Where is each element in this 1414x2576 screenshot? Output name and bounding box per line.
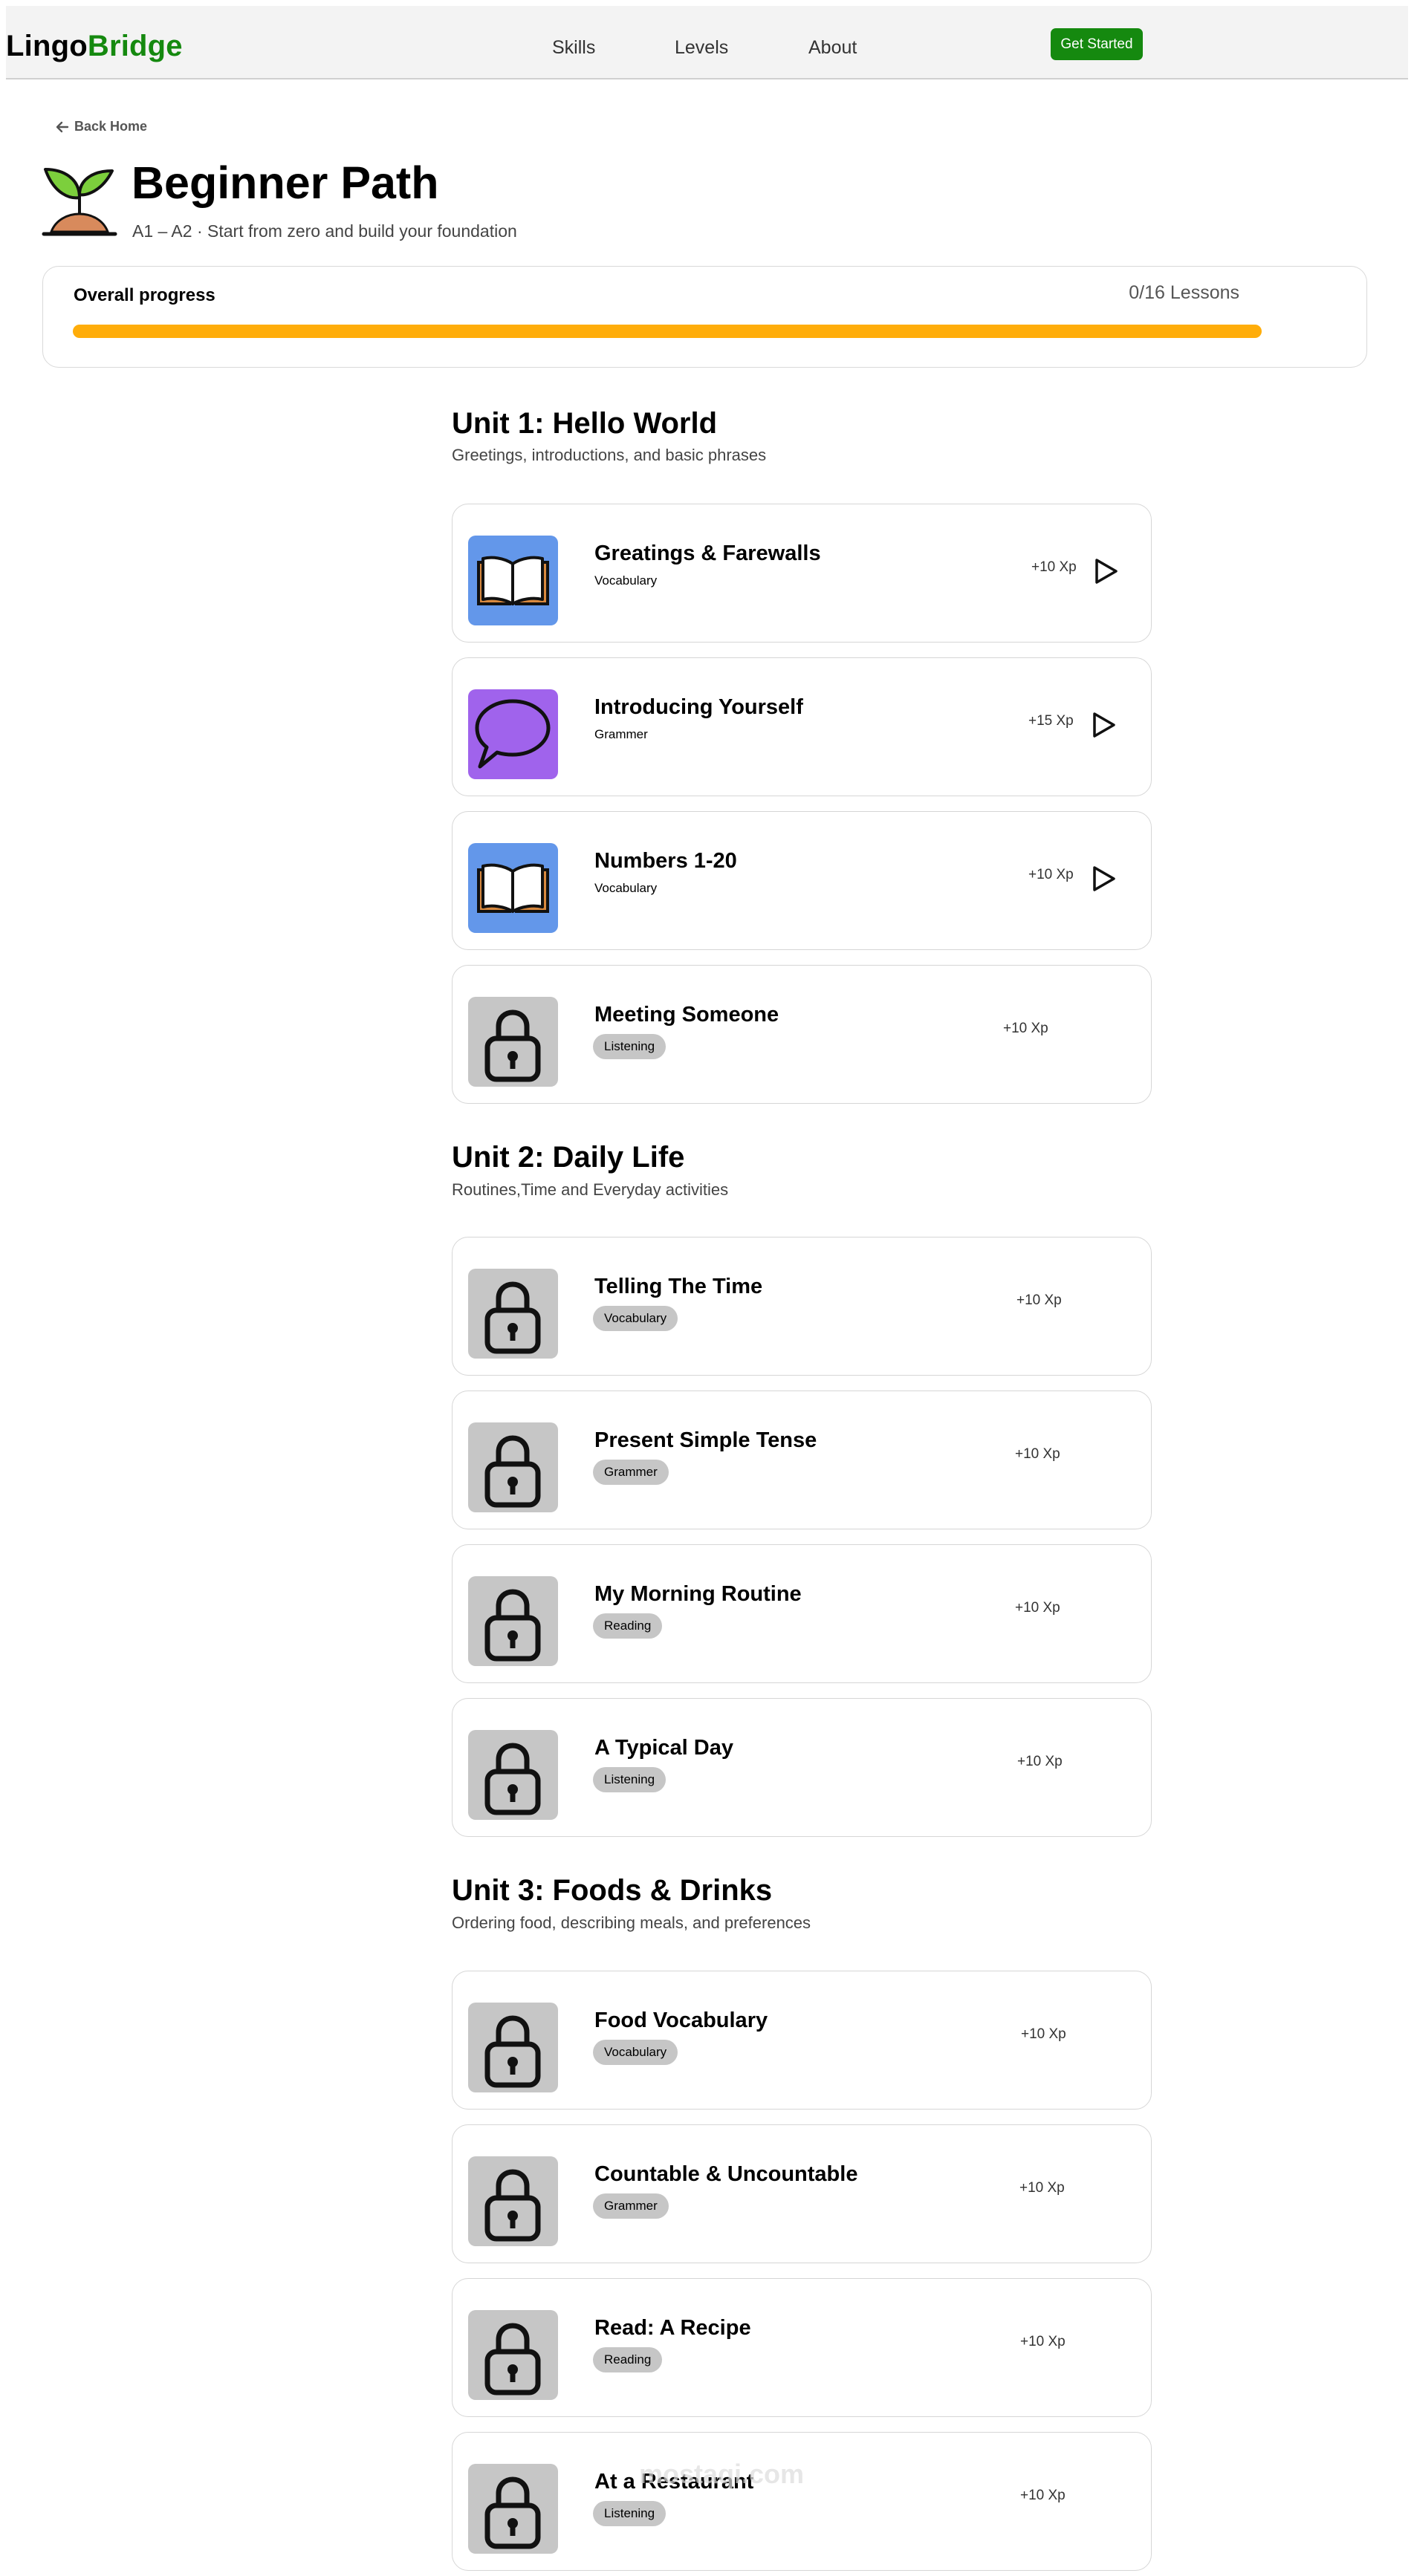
unit-1-description: Greetings, introductions, and basic phra… bbox=[452, 446, 767, 464]
lesson-xp: +10 Xp bbox=[1020, 2334, 1066, 2349]
lesson-card-locked: Countable & Uncountable Grammer +10 Xp bbox=[452, 2124, 1152, 2263]
lesson-icon-tile bbox=[468, 536, 558, 625]
speech-bubble-icon bbox=[475, 699, 551, 769]
lesson-icon-tile bbox=[468, 2310, 558, 2400]
logo[interactable]: LingoBridge bbox=[6, 30, 183, 63]
unit-2-description: Routines,Time and Everyday activities bbox=[452, 1180, 729, 1199]
lesson-card-locked: Present Simple Tense Grammer +10 Xp bbox=[452, 1391, 1152, 1529]
lesson-type-badge: Vocabulary bbox=[593, 2040, 678, 2065]
lesson-title: Greatings & Farewalls bbox=[594, 541, 821, 565]
lesson-card-locked: Read: A Recipe Reading +10 Xp bbox=[452, 2278, 1152, 2417]
page-subtitle: A1 – A2 · Start from zero and build your… bbox=[132, 221, 517, 241]
lesson-title: Introducing Yourself bbox=[594, 695, 803, 719]
lesson-xp: +10 Xp bbox=[1016, 1292, 1062, 1308]
play-icon[interactable] bbox=[1092, 865, 1117, 893]
lesson-icon-tile bbox=[468, 689, 558, 779]
lesson-xp: +10 Xp bbox=[1031, 559, 1077, 575]
lesson-title: Food Vocabulary bbox=[594, 2009, 768, 2032]
unit-3-title: Unit 3: Foods & Drinks bbox=[452, 1874, 773, 1907]
lesson-type-badge: Listening bbox=[593, 2501, 667, 2526]
lesson-title: Present Simple Tense bbox=[594, 1428, 817, 1452]
top-navbar: LingoBridge Skills Levels About Get Star… bbox=[6, 6, 1408, 79]
lesson-xp: +10 Xp bbox=[1028, 867, 1074, 882]
lesson-type-badge: Grammer bbox=[593, 2193, 669, 2219]
arrow-left-icon bbox=[56, 121, 69, 132]
unit-1-title: Unit 1: Hello World bbox=[452, 407, 718, 440]
book-icon bbox=[477, 556, 549, 605]
lesson-icon-tile bbox=[468, 1576, 558, 1666]
lesson-xp: +10 Xp bbox=[1019, 2180, 1065, 2196]
lesson-card[interactable]: Introducing Yourself Grammer +15 Xp bbox=[452, 657, 1152, 796]
progress-count: 0/16 Lessons bbox=[1129, 282, 1239, 303]
lesson-icon-tile bbox=[468, 1730, 558, 1820]
lesson-type-badge: Vocabulary bbox=[593, 1306, 678, 1331]
lock-icon bbox=[484, 1009, 541, 1082]
lesson-icon-tile bbox=[468, 1422, 558, 1512]
progress-bar bbox=[73, 325, 1262, 338]
lesson-xp: +10 Xp bbox=[1015, 1600, 1060, 1616]
get-started-button[interactable]: Get Started bbox=[1051, 28, 1143, 60]
lesson-title: My Morning Routine bbox=[594, 1582, 802, 1606]
lesson-title: A Typical Day bbox=[594, 1736, 733, 1760]
lesson-card-locked: My Morning Routine Reading +10 Xp bbox=[452, 1544, 1152, 1683]
lesson-title: Numbers 1-20 bbox=[594, 849, 737, 873]
lock-icon bbox=[484, 1281, 541, 1354]
lesson-icon-tile bbox=[468, 2156, 558, 2246]
progress-card: Overall progress 0/16 Lessons bbox=[42, 266, 1367, 368]
lesson-type: Vocabulary bbox=[594, 573, 658, 588]
lesson-icon-tile bbox=[468, 997, 558, 1087]
lesson-type-badge: Grammer bbox=[593, 1460, 669, 1485]
lesson-xp: +15 Xp bbox=[1028, 713, 1074, 729]
lesson-type-badge: Reading bbox=[593, 2347, 663, 2372]
lesson-xp: +10 Xp bbox=[1015, 1446, 1060, 1462]
play-icon[interactable] bbox=[1092, 711, 1117, 739]
lock-icon bbox=[484, 1589, 541, 1662]
lesson-type-badge: Reading bbox=[593, 1613, 663, 1639]
page-title: Beginner Path bbox=[132, 157, 439, 208]
lesson-xp: +10 Xp bbox=[1021, 2026, 1066, 2042]
lesson-card-locked: Telling The Time Vocabulary +10 Xp bbox=[452, 1237, 1152, 1376]
lock-icon bbox=[484, 2323, 541, 2396]
lesson-card[interactable]: Numbers 1-20 Vocabulary +10 Xp bbox=[452, 811, 1152, 950]
lesson-type-badge: Listening bbox=[593, 1767, 667, 1792]
book-icon bbox=[477, 863, 549, 913]
back-home-link[interactable]: Back Home bbox=[55, 119, 147, 134]
lesson-xp: +10 Xp bbox=[1003, 1021, 1048, 1036]
lesson-title: Meeting Someone bbox=[594, 1003, 779, 1027]
lock-icon bbox=[484, 2476, 541, 2549]
lock-icon bbox=[484, 1435, 541, 1508]
lesson-card-locked: Food Vocabulary Vocabulary +10 Xp bbox=[452, 1971, 1152, 2110]
lock-icon bbox=[484, 2015, 541, 2088]
lesson-card[interactable]: Greatings & Farewalls Vocabulary +10 Xp bbox=[452, 504, 1152, 643]
lesson-card-locked: Meeting Someone Listening +10 Xp bbox=[452, 965, 1152, 1104]
lesson-title: Countable & Uncountable bbox=[594, 2162, 858, 2186]
logo-part-lingo: Lingo bbox=[6, 30, 88, 62]
seedling-icon bbox=[42, 168, 117, 236]
lesson-type-badge: Listening bbox=[593, 1034, 667, 1059]
unit-3-description: Ordering food, describing meals, and pre… bbox=[452, 1913, 811, 1932]
nav-link-levels[interactable]: Levels bbox=[675, 37, 728, 59]
lesson-icon-tile bbox=[468, 1269, 558, 1359]
back-home-label: Back Home bbox=[74, 119, 148, 134]
lock-icon bbox=[484, 1743, 541, 1815]
lesson-icon-tile bbox=[468, 2464, 558, 2554]
lesson-xp: +10 Xp bbox=[1017, 1754, 1063, 1769]
unit-2-title: Unit 2: Daily Life bbox=[452, 1141, 685, 1174]
lesson-type: Vocabulary bbox=[594, 881, 658, 895]
lesson-title: Telling The Time bbox=[594, 1275, 763, 1298]
logo-part-bridge: Bridge bbox=[87, 30, 183, 62]
watermark: mostaqi.com bbox=[639, 2459, 805, 2489]
lesson-card-locked: At a Restaurant Listening +10 Xp bbox=[452, 2432, 1152, 2571]
nav-link-about[interactable]: About bbox=[808, 37, 857, 59]
lesson-xp: +10 Xp bbox=[1020, 2488, 1066, 2503]
lesson-card-locked: A Typical Day Listening +10 Xp bbox=[452, 1698, 1152, 1837]
lock-icon bbox=[484, 2169, 541, 2242]
lesson-icon-tile bbox=[468, 2003, 558, 2092]
progress-label: Overall progress bbox=[74, 285, 215, 305]
lesson-title: Read: A Recipe bbox=[594, 2316, 751, 2340]
play-icon[interactable] bbox=[1094, 557, 1119, 585]
nav-link-skills[interactable]: Skills bbox=[552, 37, 595, 59]
lesson-type: Grammer bbox=[594, 727, 648, 741]
lesson-icon-tile bbox=[468, 843, 558, 933]
